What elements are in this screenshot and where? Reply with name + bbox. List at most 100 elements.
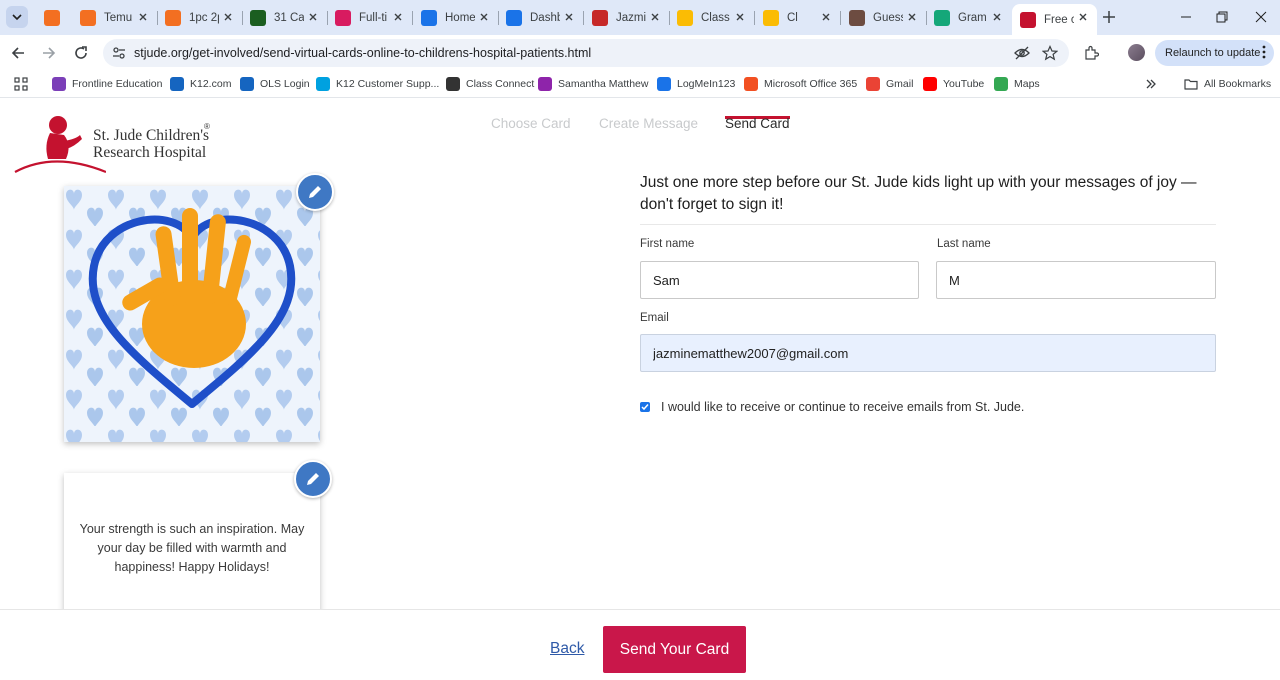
tab-search-button[interactable]: [6, 6, 28, 28]
first-name-input[interactable]: [640, 261, 919, 299]
address-bar[interactable]: stjude.org/get-involved/send-virtual-car…: [103, 39, 1069, 67]
browser-tab[interactable]: [36, 4, 70, 31]
bookmark-item[interactable]: LogMeIn123: [657, 76, 735, 92]
browser-tab[interactable]: Temu: [72, 4, 157, 31]
card-message-text: Your strength is such an inspiration. Ma…: [79, 522, 305, 574]
bookmark-label: OLS Login: [260, 78, 310, 90]
bookmark-item[interactable]: Gmail: [866, 76, 913, 92]
step-send-card[interactable]: Send Card: [725, 116, 790, 131]
bookmark-label: Frontline Education: [72, 78, 163, 90]
tab-favicon-icon: [677, 9, 693, 26]
pencil-icon: [307, 473, 319, 485]
browser-tab[interactable]: Jazmi: [584, 4, 669, 31]
pencil-icon: [309, 186, 321, 198]
browser-tab[interactable]: Cl: [755, 4, 840, 31]
tab-label: Free c: [1044, 13, 1074, 26]
tab-close-icon[interactable]: [305, 9, 321, 25]
people-icon: [538, 77, 552, 91]
back-link[interactable]: Back: [550, 640, 584, 658]
frontline-icon: [52, 77, 66, 91]
tab-favicon-icon: [165, 9, 181, 26]
close-window-icon[interactable]: [1252, 8, 1270, 26]
edit-card-front-button[interactable]: [296, 173, 334, 211]
bookmark-label: Maps: [1014, 78, 1040, 90]
browser-tab[interactable]: Gram: [926, 4, 1011, 31]
bookmark-item[interactable]: K12 Customer Supp...: [316, 76, 439, 92]
k12-icon: [170, 77, 184, 91]
back-arrow-icon[interactable]: [8, 43, 28, 63]
browser-tab-bar: Temu 1pc 2p 31 Ca Full-ti Home Dashb Jazmi Clas…: [0, 0, 1280, 35]
tab-close-icon[interactable]: [220, 9, 236, 25]
tab-close-icon[interactable]: [476, 9, 492, 25]
tab-favicon-icon: [250, 9, 266, 26]
folder-icon: [1184, 79, 1198, 90]
checkmark-icon: [641, 404, 649, 411]
tab-favicon-icon: [934, 9, 950, 26]
all-bookmarks-label: All Bookmarks: [1204, 78, 1272, 90]
site-settings-icon[interactable]: [111, 45, 127, 61]
card-front-image: [64, 186, 320, 442]
bookmark-item[interactable]: K12.com: [170, 76, 231, 92]
email-input[interactable]: [640, 334, 1216, 372]
browser-tab[interactable]: Dashb: [498, 4, 583, 31]
last-name-input[interactable]: [936, 261, 1216, 299]
all-bookmarks-button[interactable]: All Bookmarks: [1184, 76, 1271, 92]
handprint-heart-artwork: [64, 186, 320, 442]
browser-tab[interactable]: Home: [413, 4, 498, 31]
profile-avatar[interactable]: [1128, 44, 1145, 61]
bookmark-item[interactable]: Maps: [994, 76, 1040, 92]
restore-icon[interactable]: [1213, 8, 1231, 26]
extensions-puzzle-icon[interactable]: [1083, 45, 1099, 61]
k12-icon: [240, 77, 254, 91]
tab-favicon-icon: [506, 9, 522, 26]
email-optin-label: I would like to receive or continue to r…: [661, 400, 1025, 414]
send-your-card-button[interactable]: Send Your Card: [603, 626, 746, 673]
browser-tab[interactable]: Guess: [841, 4, 926, 31]
relaunch-to-update-button[interactable]: Relaunch to update: [1155, 40, 1274, 66]
new-tab-plus-icon[interactable]: [1100, 8, 1118, 26]
eye-off-icon[interactable]: [1014, 45, 1030, 61]
action-footer: Back Send Your Card: [0, 609, 1280, 680]
browser-tab[interactable]: 31 Ca: [242, 4, 327, 31]
bookmark-star-icon[interactable]: [1042, 45, 1058, 61]
edit-card-message-button[interactable]: [294, 460, 332, 498]
browser-tab[interactable]: 1pc 2p: [157, 4, 242, 31]
tab-close-icon[interactable]: [390, 9, 406, 25]
forward-arrow-icon[interactable]: [39, 43, 59, 63]
tab-favicon-icon: [849, 9, 865, 26]
browser-tab[interactable]: Free c: [1012, 4, 1097, 35]
apps-grid-icon[interactable]: [14, 77, 28, 91]
divider: [640, 224, 1216, 225]
minimize-icon[interactable]: [1177, 8, 1195, 26]
tab-close-icon[interactable]: [647, 9, 663, 25]
bookmark-item[interactable]: YouTube: [923, 76, 984, 92]
tab-close-icon[interactable]: [818, 9, 834, 25]
tab-favicon-icon: [335, 9, 351, 26]
tab-close-icon[interactable]: [135, 9, 151, 25]
bookmark-item[interactable]: OLS Login: [240, 76, 310, 92]
bookmark-item[interactable]: Microsoft Office 365: [744, 76, 857, 92]
bookmark-item[interactable]: Frontline Education: [52, 76, 162, 92]
bookmark-item[interactable]: Class Connect: [446, 76, 534, 92]
bookmark-item[interactable]: Samantha Matthew: [538, 76, 648, 92]
tab-close-icon[interactable]: [561, 9, 577, 25]
chevron-double-right-icon[interactable]: [1145, 78, 1157, 90]
step-choose-card[interactable]: Choose Card: [491, 116, 571, 131]
relaunch-label: Relaunch to update: [1165, 47, 1261, 59]
tab-close-icon[interactable]: [904, 9, 920, 25]
bookmark-label: Microsoft Office 365: [764, 78, 858, 90]
tab-close-icon[interactable]: [732, 9, 748, 25]
tab-favicon-icon: [763, 9, 779, 26]
tab-favicon-icon: [592, 9, 608, 26]
maps-icon: [994, 77, 1008, 91]
email-optin-checkbox[interactable]: [640, 402, 650, 412]
step-create-message[interactable]: Create Message: [599, 116, 698, 131]
tab-label: Home: [445, 11, 475, 24]
tab-close-icon[interactable]: [989, 9, 1005, 25]
tab-label: Class: [701, 11, 730, 24]
bookmark-label: YouTube: [943, 78, 985, 90]
tab-close-icon[interactable]: [1075, 9, 1091, 25]
browser-tab[interactable]: Full-ti: [327, 4, 412, 31]
reload-icon[interactable]: [71, 43, 91, 63]
browser-tab[interactable]: Class: [669, 4, 754, 31]
